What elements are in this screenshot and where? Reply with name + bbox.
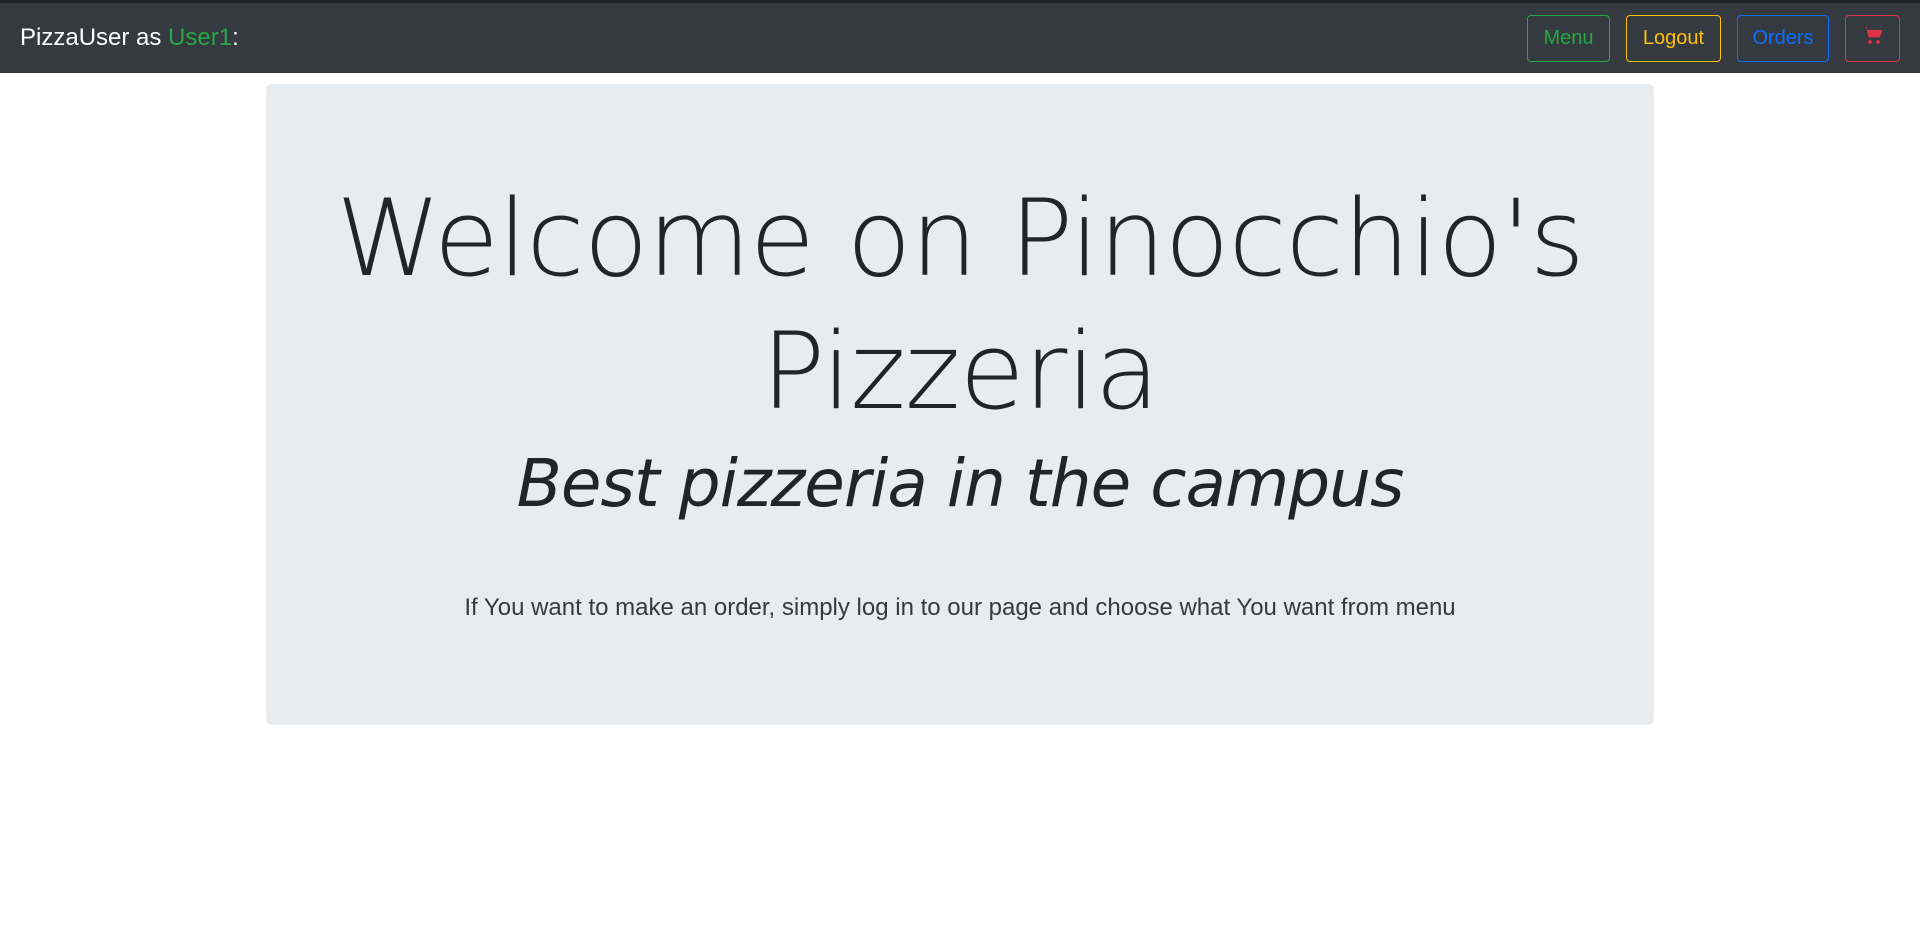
navbar-buttons: Menu Logout Orders (1527, 14, 1900, 62)
brand-prefix: PizzaUser as (20, 24, 169, 51)
logged-in-username: User1 (168, 24, 233, 51)
menu-button[interactable]: Menu (1527, 14, 1610, 62)
welcome-jumbotron: Welcome on Pinocchio's Pizzeria Best piz… (266, 84, 1654, 725)
brand-suffix: : (232, 24, 239, 51)
orders-button[interactable]: Orders (1737, 14, 1829, 62)
cart-button[interactable] (1845, 14, 1900, 62)
page-title: Welcome on Pinocchio's Pizzeria (336, 177, 1585, 433)
top-navbar: PizzaUser as User1: Menu Logout Orders (0, 0, 1920, 73)
navbar-brand: PizzaUser as User1: (20, 24, 239, 52)
page-subtitle: Best pizzeria in the campus (516, 445, 1405, 522)
logout-button[interactable]: Logout (1626, 14, 1721, 62)
order-instructions: If You want to make an order, simply log… (464, 594, 1456, 621)
shopping-cart-icon (1861, 23, 1885, 53)
